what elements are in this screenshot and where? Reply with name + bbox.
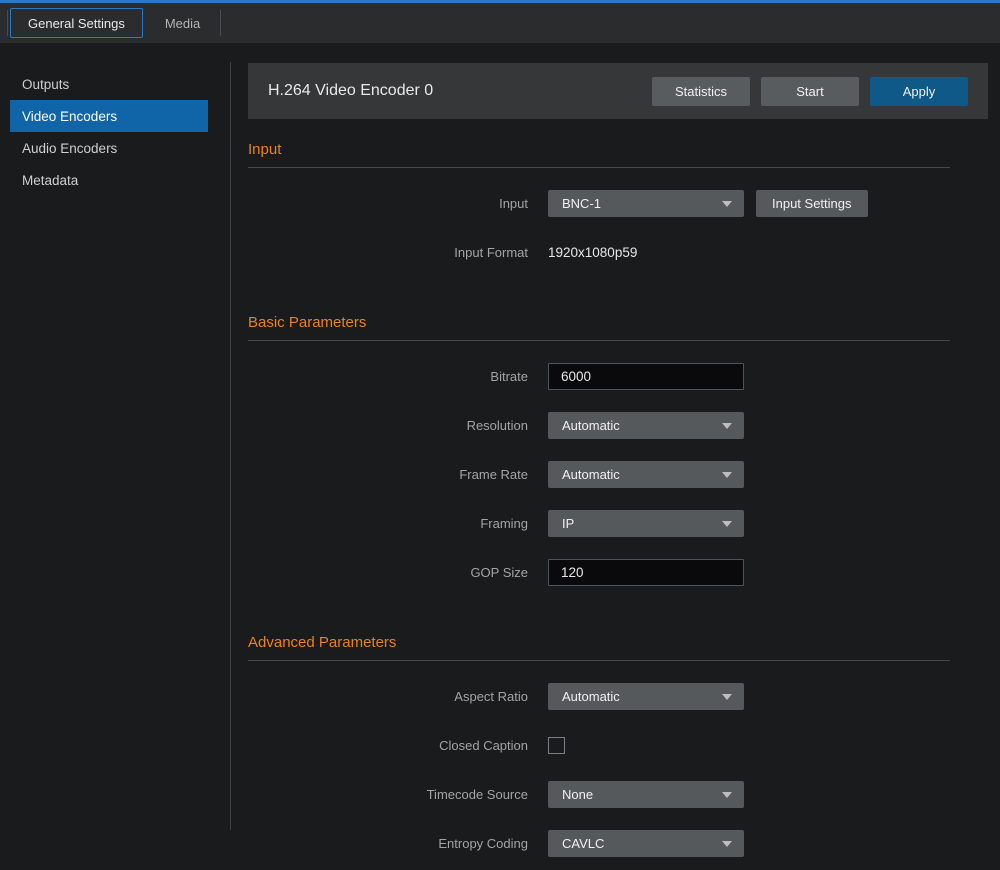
sidebar-nav: Outputs Video Encoders Audio Encoders Me… <box>0 43 230 870</box>
tab-divider <box>7 10 8 36</box>
sidebar-item-metadata[interactable]: Metadata <box>10 164 208 196</box>
section-basic-parameters: Basic Parameters Bitrate Resolution Auto… <box>248 314 950 586</box>
chevron-down-icon <box>722 841 732 847</box>
row-gop-size: GOP Size <box>248 559 950 586</box>
chevron-down-icon <box>722 201 732 207</box>
aspect-ratio-select-value: Automatic <box>562 689 620 704</box>
timecode-source-select[interactable]: None <box>548 781 744 808</box>
section-divider <box>248 340 950 341</box>
row-frame-rate: Frame Rate Automatic <box>248 461 950 488</box>
row-input-format: Input Format 1920x1080p59 <box>248 239 950 266</box>
closed-caption-checkbox[interactable] <box>548 737 565 754</box>
apply-button[interactable]: Apply <box>870 77 968 106</box>
row-bitrate: Bitrate <box>248 363 950 390</box>
input-label: Input <box>248 196 528 211</box>
framing-select-value: IP <box>562 516 574 531</box>
entropy-coding-label: Entropy Coding <box>248 836 528 851</box>
top-tab-bar: General Settings Media <box>0 3 1000 43</box>
sidebar-separator <box>230 62 231 830</box>
section-title-input: Input <box>248 141 950 158</box>
section-advanced-parameters: Advanced Parameters Aspect Ratio Automat… <box>248 634 950 857</box>
entropy-coding-select-value: CAVLC <box>562 836 604 851</box>
timecode-source-label: Timecode Source <box>248 787 528 802</box>
row-aspect-ratio: Aspect Ratio Automatic <box>248 683 950 710</box>
page-title: H.264 Video Encoder 0 <box>268 82 641 100</box>
input-select[interactable]: BNC-1 <box>548 190 744 217</box>
row-entropy-coding: Entropy Coding CAVLC <box>248 830 950 857</box>
row-input: Input BNC-1 Input Settings <box>248 190 950 217</box>
resolution-select-value: Automatic <box>562 418 620 433</box>
resolution-select[interactable]: Automatic <box>548 412 744 439</box>
chevron-down-icon <box>722 694 732 700</box>
input-select-value: BNC-1 <box>562 196 601 211</box>
entropy-coding-select[interactable]: CAVLC <box>548 830 744 857</box>
tab-media[interactable]: Media <box>147 8 218 38</box>
input-format-label: Input Format <box>248 245 528 260</box>
section-divider <box>248 660 950 661</box>
row-framing: Framing IP <box>248 510 950 537</box>
encoder-header-bar: H.264 Video Encoder 0 Statistics Start A… <box>248 63 988 119</box>
aspect-ratio-select[interactable]: Automatic <box>548 683 744 710</box>
sidebar-item-outputs[interactable]: Outputs <box>10 68 208 100</box>
gop-size-input[interactable] <box>548 559 744 586</box>
framing-select[interactable]: IP <box>548 510 744 537</box>
section-divider <box>248 167 950 168</box>
section-title-advanced-parameters: Advanced Parameters <box>248 634 950 651</box>
input-settings-button[interactable]: Input Settings <box>756 190 868 217</box>
chevron-down-icon <box>722 792 732 798</box>
aspect-ratio-label: Aspect Ratio <box>248 689 528 704</box>
timecode-source-select-value: None <box>562 787 593 802</box>
section-input: Input Input BNC-1 Input Settings Input F… <box>248 141 950 266</box>
section-title-basic-parameters: Basic Parameters <box>248 314 950 331</box>
chevron-down-icon <box>722 472 732 478</box>
tab-general-settings[interactable]: General Settings <box>10 8 143 38</box>
frame-rate-label: Frame Rate <box>248 467 528 482</box>
input-format-value: 1920x1080p59 <box>548 245 637 260</box>
closed-caption-label: Closed Caption <box>248 738 528 753</box>
chevron-down-icon <box>722 521 732 527</box>
gop-size-label: GOP Size <box>248 565 528 580</box>
frame-rate-select[interactable]: Automatic <box>548 461 744 488</box>
frame-rate-select-value: Automatic <box>562 467 620 482</box>
resolution-label: Resolution <box>248 418 528 433</box>
sidebar-item-video-encoders[interactable]: Video Encoders <box>10 100 208 132</box>
sidebar-item-audio-encoders[interactable]: Audio Encoders <box>10 132 208 164</box>
chevron-down-icon <box>722 423 732 429</box>
start-button[interactable]: Start <box>761 77 859 106</box>
framing-label: Framing <box>248 516 528 531</box>
bitrate-input[interactable] <box>548 363 744 390</box>
statistics-button[interactable]: Statistics <box>652 77 750 106</box>
row-closed-caption: Closed Caption <box>248 732 950 759</box>
main-panel: H.264 Video Encoder 0 Statistics Start A… <box>230 43 1000 870</box>
bitrate-label: Bitrate <box>248 369 528 384</box>
row-timecode-source: Timecode Source None <box>248 781 950 808</box>
tab-divider <box>220 10 221 36</box>
row-resolution: Resolution Automatic <box>248 412 950 439</box>
